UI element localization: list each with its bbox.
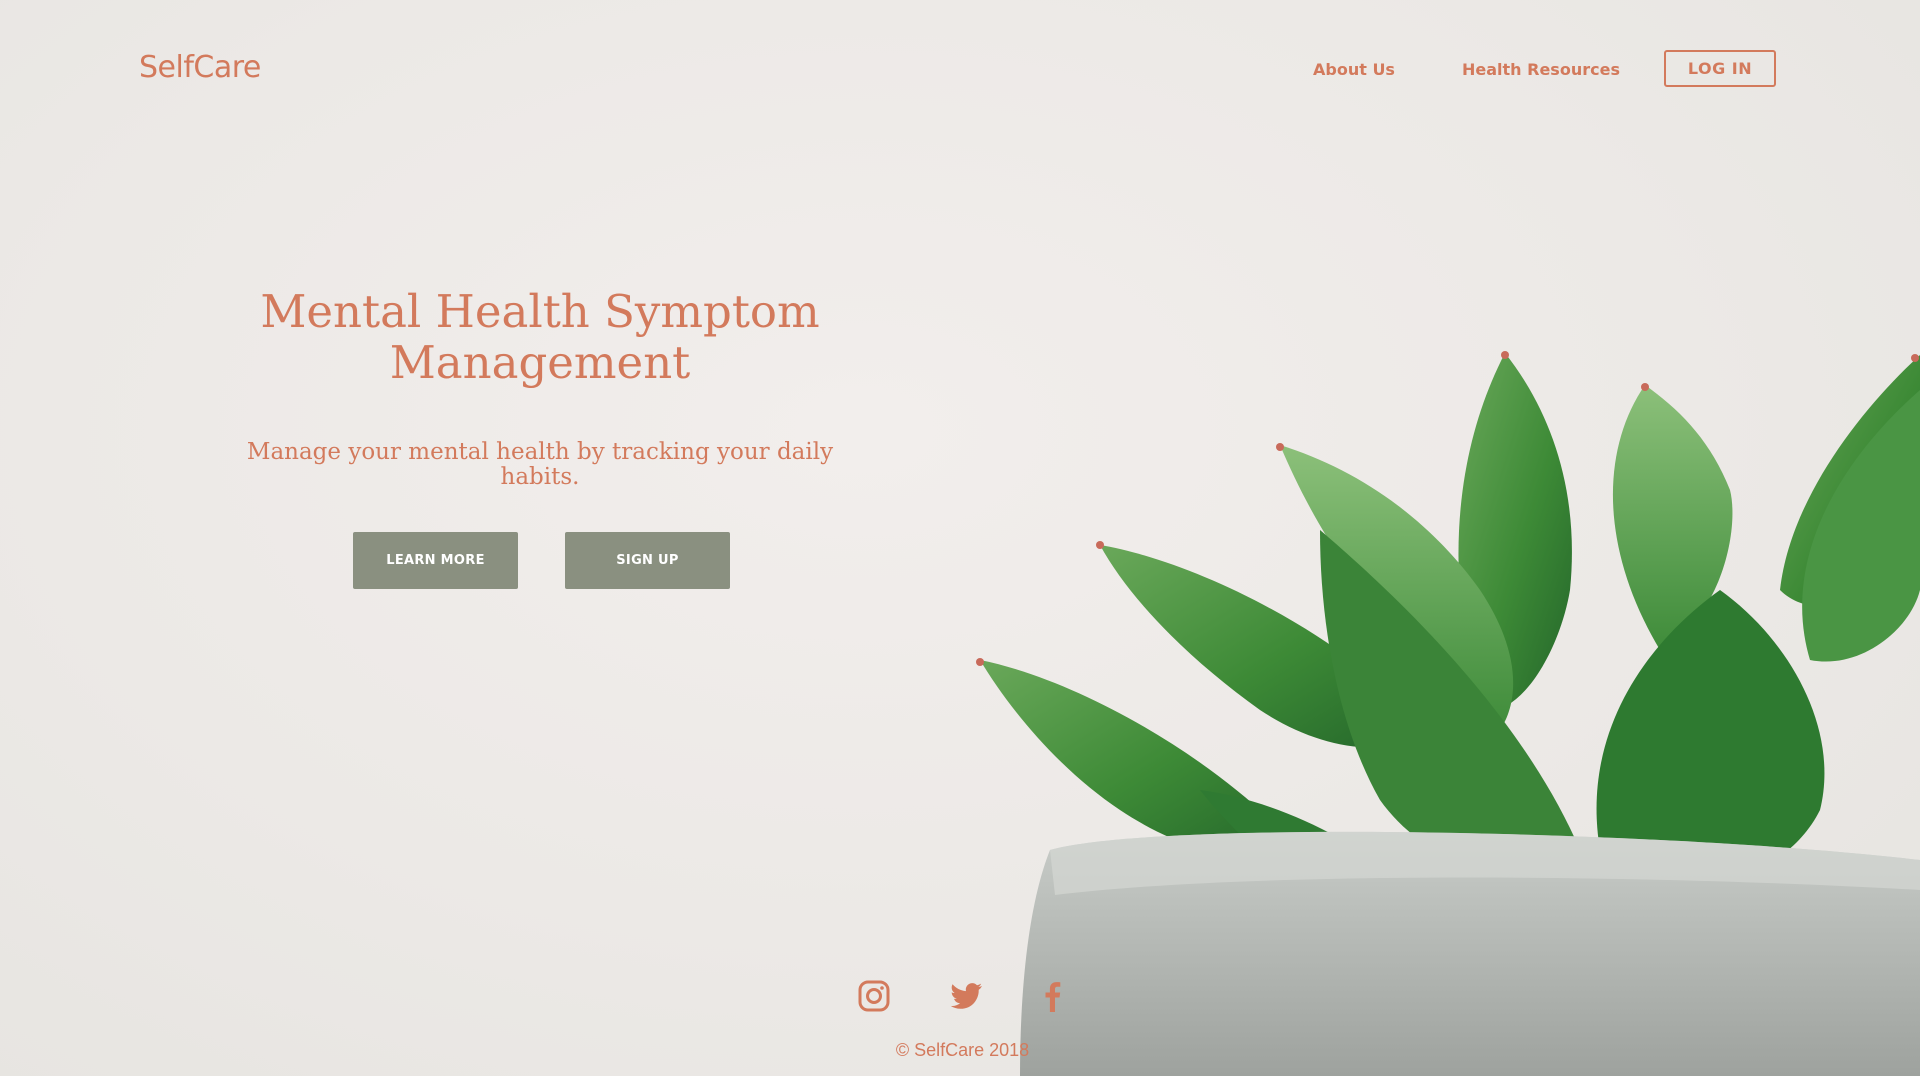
twitter-icon[interactable] xyxy=(950,979,984,1013)
copyright-text: © SelfCare 2018 xyxy=(895,1040,1030,1060)
succulent-plant-image xyxy=(976,351,1920,1076)
learn-more-button[interactable]: LEARN MORE xyxy=(353,532,518,589)
nav-about-us[interactable]: About Us xyxy=(1313,60,1395,79)
brand-logo[interactable]: SelfCare xyxy=(139,50,261,85)
sign-up-button[interactable]: SIGN UP xyxy=(565,532,730,589)
facebook-icon[interactable] xyxy=(1036,979,1070,1013)
instagram-icon[interactable] xyxy=(857,979,891,1013)
nav-health-resources[interactable]: Health Resources xyxy=(1462,60,1620,79)
login-button[interactable]: LOG IN xyxy=(1664,50,1776,87)
hero-subtitle: Manage your mental health by tracking yo… xyxy=(246,439,834,490)
hero-title: Mental Health Symptom Management xyxy=(260,285,820,389)
